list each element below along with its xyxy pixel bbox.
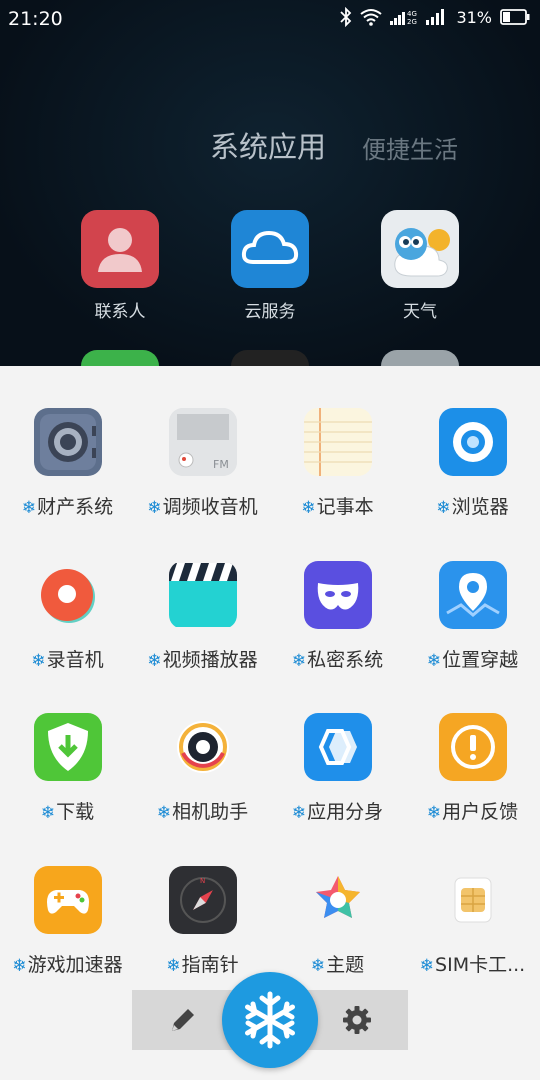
top-app-contacts[interactable]: 联系人 [60,210,180,322]
weather-icon [381,210,459,288]
top-app-cloud-service[interactable]: 云服务 [210,210,330,322]
pencil-icon [172,1009,194,1031]
app-app-clone[interactable]: ❄应用分身 [270,713,405,824]
gear-icon [343,1006,371,1034]
snowflake-icon: ❄ [419,956,435,976]
snowflake-icon: ❄ [291,651,307,671]
gamepad-icon [33,866,102,934]
freeze-button[interactable] [222,972,318,1068]
app-theme[interactable]: ❄主题 [270,866,405,977]
camera-lens-icon [168,713,237,781]
notepad-icon [303,408,372,476]
app-location-spoof[interactable]: ❄位置穿越 [405,561,540,672]
snowflake-icon: ❄ [436,498,451,518]
download-shield-icon [33,713,102,781]
app-label: 录音机 [46,649,104,671]
app-label: 调频收音机 [162,496,258,518]
tab-convenient-life[interactable]: 便捷生活 [362,130,458,165]
browser-eye-icon [438,408,507,476]
cloud-icon [231,210,309,288]
status-time: 21:20 [8,8,63,30]
snowflake-icon: ❄ [31,651,46,671]
app-camera-assistant[interactable]: ❄相机助手 [135,713,270,824]
recorder-icon [33,561,102,629]
app-label: 浏览器 [451,496,509,518]
app-label: 主题 [326,954,365,976]
wifi-icon [360,9,383,26]
svg-text:4G: 4G [407,10,417,18]
app-label: 视频播放器 [162,649,258,671]
snowflake-icon: ❄ [291,803,307,823]
snowflake-icon: ❄ [147,651,162,671]
app-private-system[interactable]: ❄私密系统 [270,561,405,672]
svg-text:FM: FM [213,458,229,471]
svg-text:N: N [200,877,205,885]
radio-icon: FM [168,408,237,476]
battery-icon [500,9,530,25]
bluetooth-icon [340,7,352,27]
app-label: SIM卡工... [435,954,526,976]
svg-text:2G: 2G [407,18,417,26]
category-tabs: 系统应用 便捷生活 [0,124,540,164]
app-label: 天气 [403,302,437,322]
snowflake-icon [245,991,295,1049]
snowflake-icon: ❄ [156,803,172,823]
mask-icon [303,561,372,629]
app-label: 私密系统 [307,649,384,671]
app-label: 游戏加速器 [27,954,123,976]
battery-percent: 31% [456,7,492,27]
app-fm-radio[interactable]: FM ❄调频收音机 [135,408,270,519]
exclamation-icon [438,713,507,781]
sim-card-icon [438,866,507,934]
app-download[interactable]: ❄下载 [0,713,135,824]
app-feedback[interactable]: ❄用户反馈 [405,713,540,824]
app-label: 记事本 [316,496,374,518]
clone-hexagon-icon [303,713,372,781]
signal-4g-icon: 4G2G [390,10,417,26]
app-compass[interactable]: N ❄指南针 [135,866,270,977]
snowflake-icon: ❄ [166,956,181,976]
map-pin-icon [438,561,507,629]
settings-button[interactable] [340,1003,374,1037]
tab-system-apps[interactable]: 系统应用 [210,124,326,166]
app-label: 用户反馈 [442,801,519,823]
app-label: 应用分身 [307,801,384,823]
clapperboard-icon [168,561,237,629]
contacts-icon [81,210,159,288]
app-video-player[interactable]: ❄视频播放器 [135,561,270,672]
snowflake-icon: ❄ [21,498,37,518]
snowflake-icon: ❄ [426,651,442,671]
app-game-booster[interactable]: ❄游戏加速器 [0,866,135,977]
edit-button[interactable] [166,1003,200,1037]
app-browser[interactable]: ❄浏览器 [405,408,540,519]
compass-icon: N [168,866,237,934]
app-label: 财产系统 [37,496,114,518]
status-bar: 21:20 4G 2G 31% [0,0,540,38]
app-label: 位置穿越 [442,649,519,671]
app-label: 相机助手 [172,801,249,823]
safe-icon [33,408,102,476]
app-sim-toolkit[interactable]: ❄SIM卡工... [405,866,540,977]
app-label: 下载 [56,801,95,823]
app-finance-system[interactable]: ❄财产系统 [0,408,135,519]
theme-star-icon [303,866,372,934]
app-recorder[interactable]: ❄录音机 [0,561,135,672]
app-label: 云服务 [244,302,296,322]
snowflake-icon: ❄ [426,803,442,823]
snowflake-icon: ❄ [40,803,56,823]
app-label: 联系人 [94,302,146,322]
snowflake-icon: ❄ [12,956,27,976]
top-app-weather[interactable]: 天气 [360,210,480,322]
snowflake-icon: ❄ [147,498,162,518]
app-notepad[interactable]: ❄记事本 [270,408,405,519]
snowflake-icon: ❄ [301,498,316,518]
signal-icon [426,9,445,25]
